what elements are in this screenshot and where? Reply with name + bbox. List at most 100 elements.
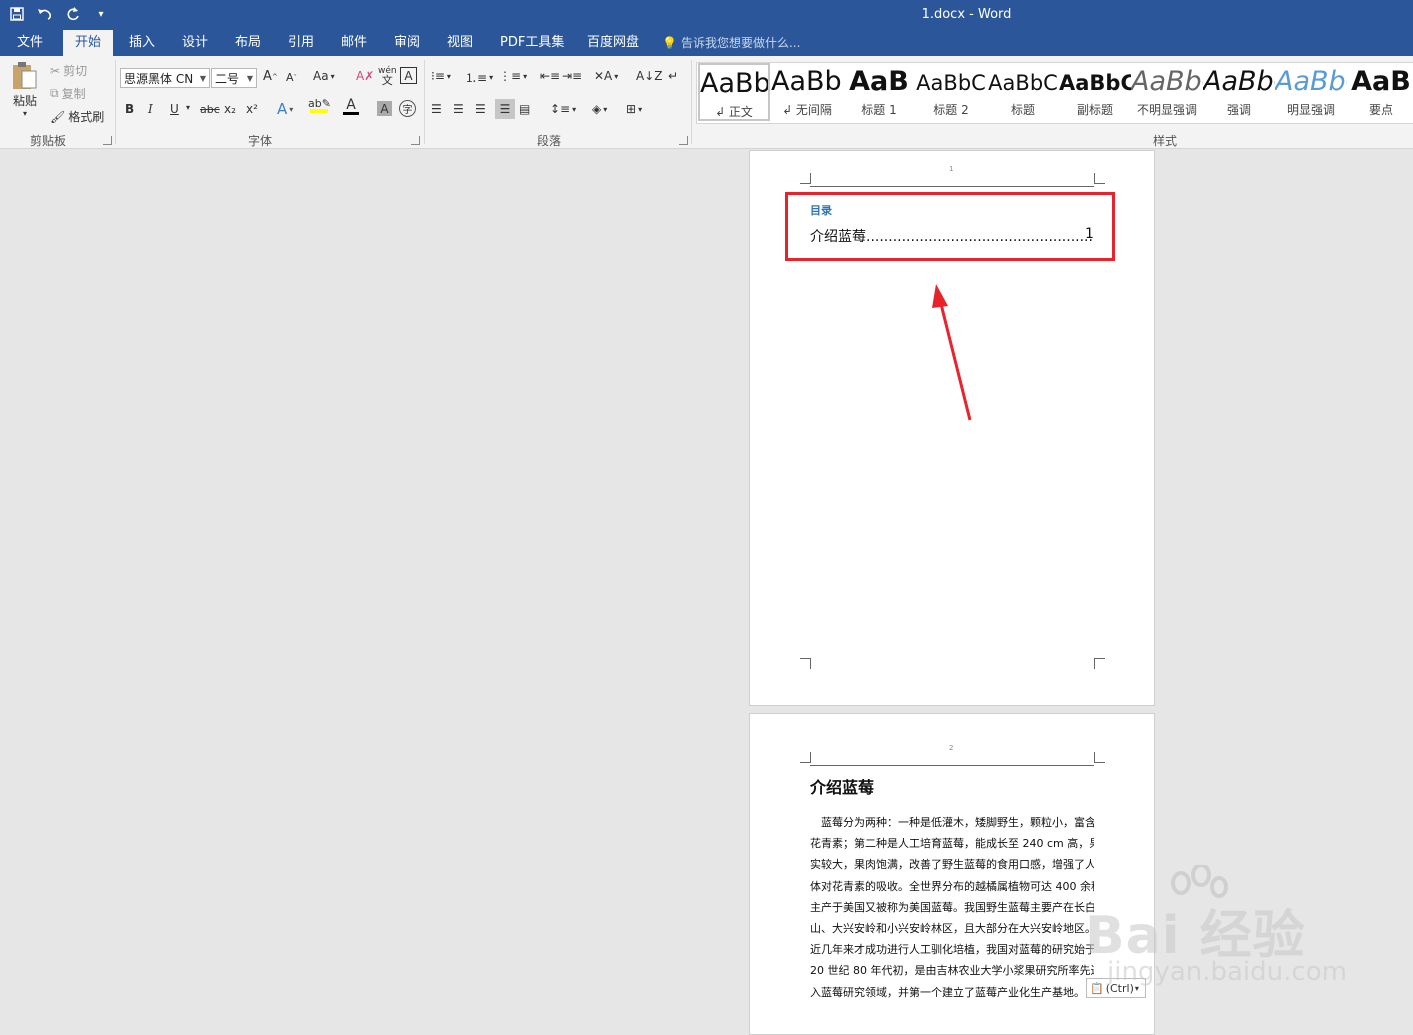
show-marks-button[interactable]: ↵ <box>668 69 678 83</box>
style-strong[interactable]: AaB 要点 <box>1345 63 1413 121</box>
style-sample: AaBbC <box>1059 71 1131 95</box>
tab-design[interactable]: 设计 <box>170 30 220 56</box>
style-normal[interactable]: AaBbCcDd ↲ 正文 <box>698 63 770 121</box>
paste-button[interactable]: 粘贴 ▾ <box>8 60 42 118</box>
multilevel-list-icon: ⋮≡ <box>499 69 522 83</box>
style-subtitle[interactable]: AaBbC 副标题 <box>1059 63 1131 121</box>
ribbon-tabs: 文件 开始 插入 设计 布局 引用 邮件 审阅 视图 PDF工具集 百度网盘 💡… <box>0 30 1413 56</box>
increase-indent-button[interactable]: ⇥≡ <box>562 69 582 83</box>
text-effects-button[interactable]: A ▾ <box>277 100 293 118</box>
paste-options-button[interactable]: 📋 (Ctrl) ▾ <box>1086 978 1146 998</box>
format-painter-button[interactable]: 🖌 格式刷 <box>50 108 104 125</box>
style-name: 要点 <box>1368 103 1393 117</box>
line-spacing-button[interactable]: ↕≡ ▾ <box>550 102 576 116</box>
numbering-button[interactable]: ⒈≡ ▾ <box>465 69 493 86</box>
group-divider <box>115 60 116 144</box>
tab-references[interactable]: 引用 <box>276 30 326 56</box>
group-divider <box>691 60 692 144</box>
tab-file[interactable]: 文件 <box>5 30 55 56</box>
italic-button[interactable]: I <box>148 102 153 116</box>
align-left-icon: ☰ <box>431 102 442 116</box>
paragraph-line: 山、大兴安岭和小兴安岭林区，且大部分在大兴安岭地区。 <box>810 922 1094 936</box>
style-name: ↲ 无间隔 <box>782 103 832 117</box>
crop-mark <box>1094 173 1105 184</box>
decrease-indent-button[interactable]: ⇤≡ <box>540 69 560 83</box>
tab-insert[interactable]: 插入 <box>117 30 167 56</box>
bullets-button[interactable]: ⁝≡ ▾ <box>431 69 451 83</box>
underline-button[interactable]: U <box>170 102 179 116</box>
style-intense-emphasis[interactable]: AaBbCcDd 明显强调 <box>1275 63 1347 121</box>
font-color-button[interactable]: A <box>343 98 359 115</box>
text-effects-icon: A <box>277 100 288 118</box>
distributed-button[interactable]: ▤ <box>519 102 530 116</box>
font-launcher-icon[interactable] <box>411 136 420 145</box>
tab-mailings[interactable]: 邮件 <box>329 30 379 56</box>
tab-pdf-tools[interactable]: PDF工具集 <box>488 30 576 56</box>
align-center-button[interactable]: ☰ <box>453 102 464 116</box>
tab-layout[interactable]: 布局 <box>223 30 273 56</box>
shrink-font-button[interactable]: Aˇ <box>286 71 297 84</box>
highlight-button[interactable]: ab✎ <box>308 98 331 113</box>
numbered-list-icon: ⒈≡ <box>465 71 488 85</box>
style-name: ↲ 正文 <box>715 105 753 119</box>
style-no-spacing[interactable]: AaBbCcDd ↲ 无间隔 <box>771 63 843 121</box>
scissors-icon: ✂ <box>50 63 61 78</box>
style-name: 标题 1 <box>861 103 897 117</box>
style-sample: AaB <box>849 66 909 97</box>
style-subtle-emphasis[interactable]: AaBbCcDd 不明显强调 <box>1131 63 1203 121</box>
superscript-button[interactable]: x² <box>246 102 258 116</box>
enclose-characters-button[interactable]: 字 <box>399 100 416 117</box>
style-name: 标题 <box>1010 103 1035 117</box>
style-sample: AaBbC <box>916 71 986 95</box>
paragraph-line: 蓝莓分为两种：一种是低灌木，矮脚野生，颗粒小，富含 <box>821 816 1094 829</box>
tab-review[interactable]: 审阅 <box>382 30 432 56</box>
change-case-button[interactable]: Aa ▾ <box>313 69 335 83</box>
sort-icon: A↓Z <box>636 69 663 83</box>
header-rule <box>810 186 1094 187</box>
bullet-list-icon: ⁝≡ <box>431 69 445 83</box>
style-sample: AaBbC <box>988 71 1058 95</box>
copy-button[interactable]: ⧉ 复制 <box>50 85 86 102</box>
font-family-select[interactable]: 思源黑体 CN ▼ <box>120 68 210 88</box>
borders-button[interactable]: ⊞ ▾ <box>626 102 642 116</box>
paragraph-line: 20 世纪 80 年代初，是由吉林农业大学小浆果研究所率先进 <box>810 964 1094 978</box>
multilevel-list-button[interactable]: ⋮≡ ▾ <box>499 69 527 83</box>
chevron-down-icon[interactable]: ▾ <box>186 103 190 112</box>
style-heading-1[interactable]: AaB 标题 1 <box>843 63 915 121</box>
phonetic-guide-button[interactable]: wén 文 <box>378 67 397 87</box>
shading-button[interactable]: ◈ ▾ <box>592 102 607 116</box>
tab-home[interactable]: 开始 <box>63 30 114 56</box>
clipboard-launcher-icon[interactable] <box>103 136 112 145</box>
tab-view[interactable]: 视图 <box>435 30 485 56</box>
tab-baidu-netdisk[interactable]: 百度网盘 <box>575 30 651 56</box>
cut-button[interactable]: ✂ 剪切 <box>50 62 87 79</box>
font-size-select[interactable]: 二号 ▼ <box>211 68 257 88</box>
character-border-button[interactable]: A <box>400 67 417 84</box>
sort-button[interactable]: A↓Z <box>636 69 662 83</box>
style-title[interactable]: AaBbC 标题 <box>987 63 1059 121</box>
align-left-button[interactable]: ☰ <box>431 102 442 116</box>
distributed-icon: ▤ <box>519 102 531 116</box>
tell-me-box[interactable]: 💡 告诉我您想要做什么... <box>662 30 800 56</box>
paragraph-launcher-icon[interactable] <box>679 136 688 145</box>
subscript-button[interactable]: x₂ <box>224 102 236 116</box>
justify-button[interactable]: ☰ <box>495 99 515 119</box>
style-emphasis[interactable]: AaBbCcDd 强调 <box>1203 63 1275 121</box>
character-shading-button[interactable]: A <box>377 101 392 116</box>
bold-button[interactable]: B <box>125 102 134 116</box>
pilcrow-icon: ↵ <box>668 69 679 83</box>
style-heading-2[interactable]: AaBbC 标题 2 <box>915 63 987 121</box>
paste-options-label: (Ctrl) <box>1105 981 1134 995</box>
indent-icon: ⇥≡ <box>562 69 583 83</box>
crop-mark <box>800 752 811 763</box>
strikethrough-button[interactable]: abc <box>200 103 220 116</box>
copy-label: 复制 <box>61 87 86 101</box>
chinese-layout-button[interactable]: ✕A ▾ <box>594 69 618 83</box>
chevron-down-icon: ▼ <box>199 74 206 83</box>
body-paragraph: 蓝莓分为两种：一种是低灌木，矮脚野生，颗粒小，富含 花青素；第二种是人工培育蓝莓… <box>810 812 1094 1003</box>
brush-icon: 🖌 <box>50 109 66 124</box>
align-right-button[interactable]: ☰ <box>475 102 486 116</box>
clear-formatting-button[interactable]: A✗ <box>356 69 374 83</box>
chevron-down-icon: ▼ <box>246 74 253 83</box>
grow-font-button[interactable]: A ^ <box>263 69 278 84</box>
